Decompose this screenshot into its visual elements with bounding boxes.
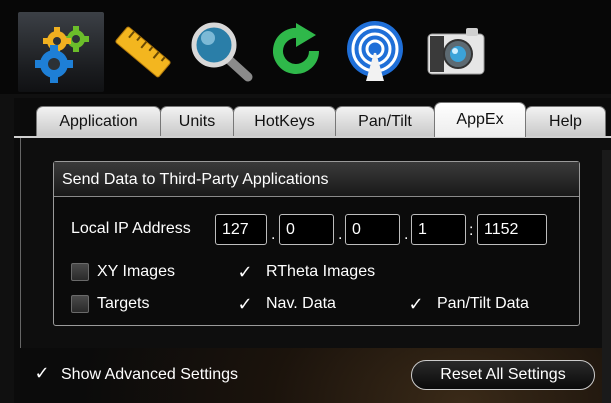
- tool-search[interactable]: [186, 14, 256, 90]
- tab-help[interactable]: Help: [525, 106, 606, 136]
- camera-icon: [427, 28, 485, 75]
- refresh-icon: [273, 23, 319, 74]
- tab-appex[interactable]: AppEx: [434, 102, 526, 137]
- ip-dot: .: [271, 226, 276, 243]
- nav-data-label: Nav. Data: [266, 295, 336, 312]
- tool-measure[interactable]: [108, 14, 178, 90]
- reset-all-settings-button[interactable]: Reset All Settings: [411, 360, 595, 390]
- gears-icon: [35, 26, 89, 83]
- ip-label: Local IP Address: [71, 220, 191, 237]
- ruler-icon: [115, 26, 171, 78]
- port-colon: :: [469, 222, 474, 239]
- tab-pantilt[interactable]: Pan/Tilt: [335, 106, 435, 136]
- port-field[interactable]: 1152: [477, 214, 547, 245]
- tab-units[interactable]: Units: [160, 106, 234, 136]
- tool-camera[interactable]: [420, 14, 490, 90]
- xy-images-label: XY Images: [97, 263, 175, 280]
- panel-edge: [602, 150, 611, 403]
- tool-settings[interactable]: [18, 12, 104, 92]
- tab-hotkeys[interactable]: HotKeys: [233, 106, 336, 136]
- broadcast-icon: [347, 21, 403, 81]
- rtheta-images-checkbox[interactable]: ✓: [236, 263, 254, 281]
- targets-checkbox[interactable]: [71, 295, 89, 313]
- tab-strip: Application Units HotKeys Pan/Tilt AppEx…: [14, 100, 611, 137]
- group-title: Send Data to Third-Party Applications: [54, 162, 579, 197]
- magnifier-icon: [191, 22, 253, 82]
- ip-dot: .: [338, 226, 343, 243]
- pantilt-data-checkbox[interactable]: ✓: [407, 295, 425, 313]
- ip-octet-2[interactable]: 0: [279, 214, 334, 245]
- nav-data-checkbox[interactable]: ✓: [236, 295, 254, 313]
- ip-octet-3[interactable]: 0: [345, 214, 400, 245]
- pantilt-data-label: Pan/Tilt Data: [437, 295, 529, 312]
- tab-application[interactable]: Application: [36, 106, 161, 136]
- targets-label: Targets: [97, 295, 150, 312]
- ip-octet-1[interactable]: 127: [215, 214, 267, 245]
- tool-broadcast[interactable]: [340, 14, 410, 90]
- xy-images-checkbox[interactable]: [71, 263, 89, 281]
- tool-refresh[interactable]: [262, 14, 332, 90]
- ip-octet-4[interactable]: 1: [411, 214, 466, 245]
- rtheta-images-label: RTheta Images: [266, 263, 376, 280]
- toolbar: [0, 0, 611, 94]
- show-advanced-label: Show Advanced Settings: [61, 366, 239, 383]
- show-advanced-checkbox[interactable]: ✓: [33, 364, 51, 382]
- ip-dot: .: [404, 226, 409, 243]
